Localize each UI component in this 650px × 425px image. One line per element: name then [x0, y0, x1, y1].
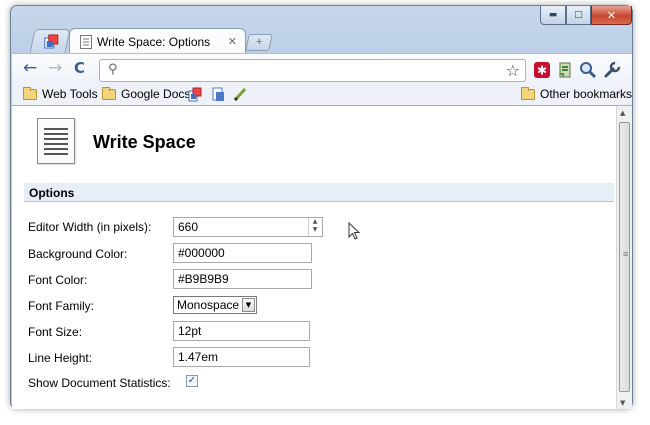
- editor-width-stepper[interactable]: ▲ ▼: [308, 218, 321, 236]
- folder-icon: [23, 86, 37, 100]
- app-title: Write Space: [93, 132, 196, 152]
- lastpass-extension-icon[interactable]: ✱: [533, 61, 551, 79]
- reload-button[interactable]: C: [74, 60, 85, 77]
- chevron-down-icon[interactable]: ▼: [242, 298, 255, 312]
- zoom-magnifier-icon[interactable]: [579, 61, 597, 79]
- line-height-field[interactable]: [173, 347, 310, 367]
- font-color-label: Font Color:: [28, 273, 88, 287]
- close-icon: ✕: [606, 8, 617, 22]
- maximize-button[interactable]: □: [566, 6, 591, 25]
- bookmarks-bar: Web Tools Google Docs Other bookmarks: [12, 84, 632, 106]
- bookmark-label: Google Docs: [121, 87, 191, 101]
- minimize-button[interactable]: ▬: [540, 6, 566, 25]
- editor-width-field[interactable]: [173, 217, 323, 237]
- grip-icon: ≡: [623, 249, 629, 259]
- stepper-up-icon[interactable]: ▲: [309, 218, 321, 226]
- background-color-field[interactable]: [173, 243, 312, 263]
- bookmark-label: Other bookmarks: [540, 87, 633, 101]
- folder-icon: [521, 86, 535, 100]
- new-tab-button[interactable]: +: [245, 34, 273, 51]
- evernote-extension-icon[interactable]: [556, 61, 574, 79]
- scroll-up-icon[interactable]: ▲: [620, 109, 625, 117]
- toolbar: ← → C ⚲ ☆ ✱: [12, 53, 632, 84]
- app-logo-icon: [44, 34, 59, 49]
- wrench-menu-icon[interactable]: [603, 61, 621, 79]
- address-bar[interactable]: ⚲ ☆: [99, 59, 526, 82]
- folder-icon: [102, 86, 116, 100]
- bookmark-web-tools[interactable]: Web Tools: [23, 86, 98, 101]
- search-icon: ⚲: [108, 62, 118, 77]
- tab-title: Write Space: Options: [97, 35, 211, 49]
- bookmark-other-bookmarks[interactable]: Other bookmarks: [521, 86, 633, 101]
- page-content: Write Space Options Editor Width (in pix…: [12, 106, 616, 409]
- document-logo-icon: [37, 118, 75, 164]
- mouse-cursor-icon: [348, 222, 361, 240]
- svg-text:✱: ✱: [537, 64, 547, 78]
- bookmark-google-docs[interactable]: Google Docs: [102, 86, 191, 101]
- stepper-down-icon[interactable]: ▼: [309, 226, 321, 234]
- font-color-field[interactable]: [173, 269, 312, 289]
- scrollbar-thumb[interactable]: ≡: [619, 122, 630, 392]
- tab-other[interactable]: [29, 29, 71, 53]
- font-family-value: Monospace: [177, 298, 240, 312]
- close-window-button[interactable]: ✕: [591, 6, 632, 25]
- font-family-label: Font Family:: [28, 299, 95, 313]
- browser-window: ▬ □ ✕ Write Space: Options ✕ + ← → C ⚲ ☆…: [10, 5, 633, 409]
- chrome-app-bookmark-icon[interactable]: [188, 87, 203, 102]
- maximize-icon: □: [574, 10, 583, 20]
- show-stats-label: Show Document Statistics:: [28, 376, 171, 390]
- vertical-scrollbar[interactable]: ▲ ≡ ▼: [616, 106, 632, 409]
- forward-button[interactable]: →: [48, 60, 62, 77]
- minimize-icon: ▬: [548, 10, 558, 20]
- font-size-field[interactable]: [173, 321, 310, 341]
- section-header-options: Options: [24, 183, 614, 202]
- font-size-label: Font Size:: [28, 325, 83, 339]
- font-family-select[interactable]: Monospace ▼: [173, 296, 257, 314]
- show-stats-checkbox[interactable]: ✓: [186, 375, 198, 387]
- background-color-label: Background Color:: [28, 247, 128, 261]
- bookmark-label: Web Tools: [42, 87, 98, 101]
- back-button[interactable]: ←: [23, 60, 37, 77]
- docs-bookmark-icon[interactable]: [211, 87, 226, 102]
- page-icon: [80, 35, 92, 49]
- scroll-down-icon[interactable]: ▼: [620, 399, 625, 407]
- tab-write-space-options[interactable]: Write Space: Options ✕: [69, 28, 246, 54]
- editor-width-label: Editor Width (in pixels):: [28, 220, 152, 234]
- line-height-label: Line Height:: [28, 351, 93, 365]
- tab-close-icon[interactable]: ✕: [228, 35, 237, 48]
- pen-bookmark-icon[interactable]: [233, 87, 248, 102]
- bookmark-star-icon[interactable]: ☆: [506, 61, 520, 80]
- plus-icon: +: [255, 36, 263, 48]
